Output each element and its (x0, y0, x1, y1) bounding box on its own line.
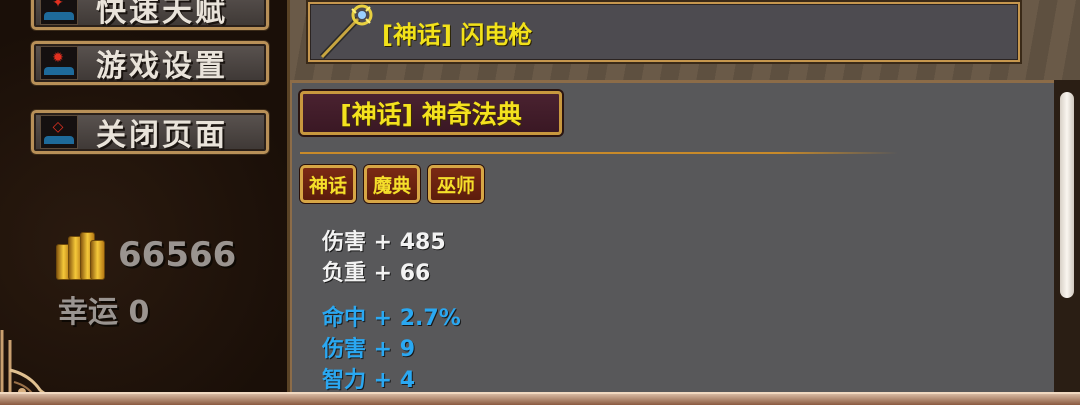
game-settings-button[interactable]: ✹ 游戏设置 (31, 41, 269, 85)
skill-book-icon: ✦ (40, 0, 78, 25)
quick-talent-label: 快速天赋 (96, 0, 228, 29)
tag-type: 魔典 (364, 165, 421, 203)
gold-amount: 66566 (118, 235, 237, 275)
stat-damage: 伤害 + 485 (322, 230, 446, 255)
settings-gear-icon: ✹ (40, 46, 78, 80)
game-settings-label: 游戏设置 (96, 49, 228, 84)
bottom-border (0, 392, 1080, 405)
stat-bonus-damage: 伤害 + 9 (322, 337, 416, 362)
stat-weight: 负重 + 66 (322, 261, 431, 286)
equipped-weapon-slot[interactable]: [神话] 闪电枪 (308, 2, 1020, 62)
left-menu-panel: ✦ 快速天赋 ✹ 游戏设置 ◇ 关闭页面 66566 幸运 0 (0, 0, 290, 405)
detail-scrollbar[interactable] (1054, 80, 1080, 405)
stat-bonus-accuracy: 命中 + 2.7% (322, 306, 461, 331)
quick-talent-button[interactable]: ✦ 快速天赋 (31, 0, 269, 30)
luck-value: 幸运 0 (58, 295, 150, 330)
item-title: [神话] 神奇法典 (300, 91, 562, 135)
lightning-staff-icon (319, 4, 373, 60)
close-page-button[interactable]: ◇ 关闭页面 (31, 110, 269, 154)
gold-coins-icon (54, 230, 105, 280)
item-area: [神话] 闪电枪 [神话] 神奇法典 神话 魔典 巫师 伤害 + 485 负重 … (290, 0, 1080, 405)
tag-class: 巫师 (428, 165, 485, 203)
title-divider (300, 152, 898, 154)
scrollbar-thumb[interactable] (1060, 92, 1074, 298)
item-tags: 神话 魔典 巫师 (300, 165, 485, 203)
gold-display: 66566 (54, 230, 236, 280)
close-page-label: 关闭页面 (96, 118, 228, 153)
item-stats: 伤害 + 485 负重 + 66 命中 + 2.7% 伤害 + 9 智力 + 4 (322, 227, 461, 396)
equipped-weapon-name: [神话] 闪电枪 (382, 20, 533, 49)
close-page-icon: ◇ (40, 115, 78, 149)
item-detail-panel: [神话] 神奇法典 神话 魔典 巫师 伤害 + 485 负重 + 66 命中 +… (290, 80, 1054, 405)
tag-rarity: 神话 (300, 165, 357, 203)
